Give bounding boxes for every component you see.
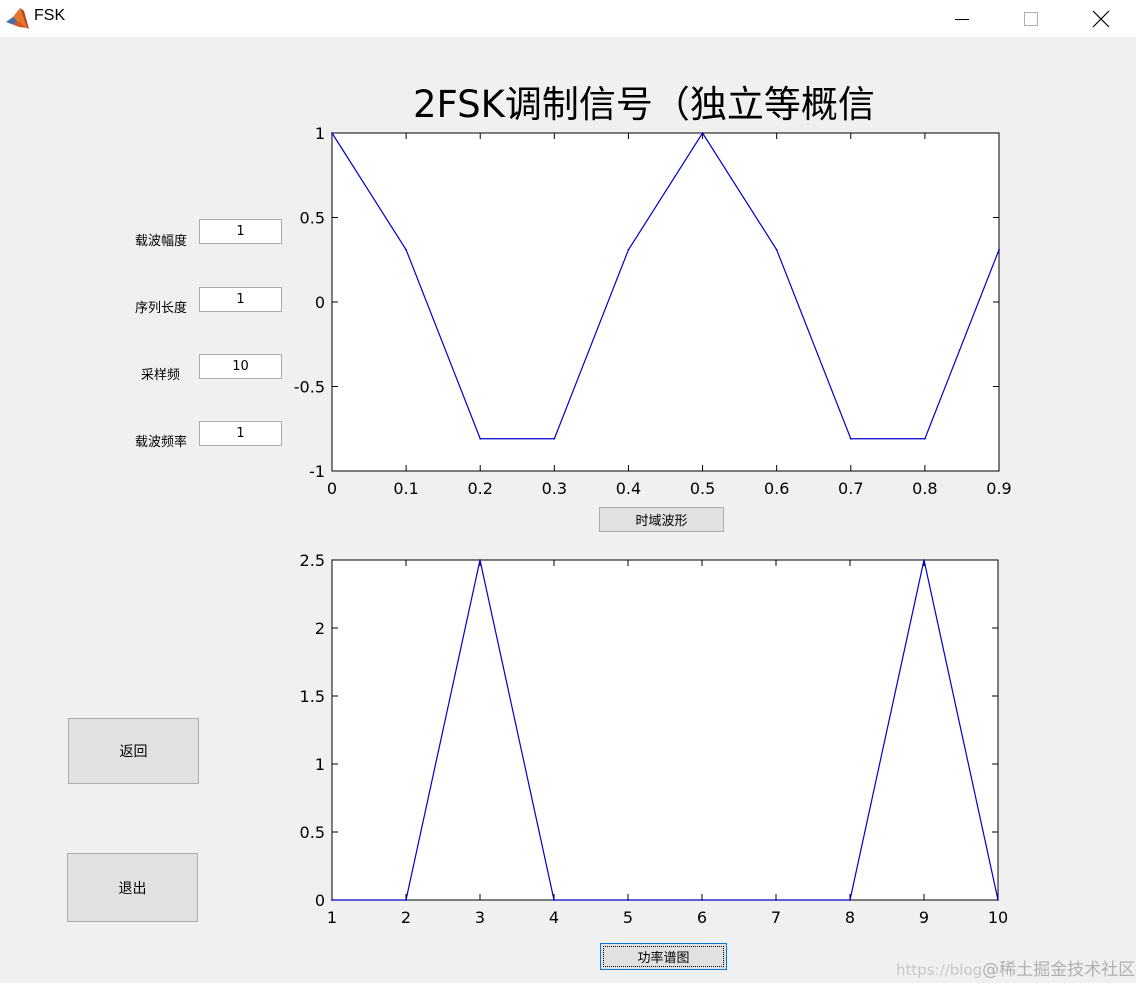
x-tick-label: 1 xyxy=(327,908,337,927)
y-tick-label: 0.5 xyxy=(300,823,325,842)
x-tick-label: 0.6 xyxy=(764,479,789,498)
x-tick-label: 0.4 xyxy=(616,479,641,498)
x-tick-label: 4 xyxy=(549,908,559,927)
carrier-amplitude-label: 载波幅度 xyxy=(135,234,188,249)
plot-area-1 xyxy=(331,132,1000,472)
x-tick-label: 0 xyxy=(327,479,337,498)
x-tick-label: 7 xyxy=(771,908,781,927)
x-tick-label: 0.8 xyxy=(912,479,937,498)
y-tick-label: 0 xyxy=(315,293,325,312)
sequence-length-input[interactable] xyxy=(199,287,282,312)
fsk-window: FSK 2FSK调制信号（独立等概信 0 0.1 0.2 0.3 0.4 0.5 0.6 0.… xyxy=(0,0,1136,983)
y-tick-label: -1 xyxy=(309,462,325,481)
data-point xyxy=(405,899,407,901)
x-tick-label: 0.1 xyxy=(393,479,418,498)
y-tick-label: 0.5 xyxy=(300,209,325,228)
y-tick-label: 0 xyxy=(315,891,325,910)
sequence-length-label: 序列长度 xyxy=(135,301,188,316)
y-tick-label: 1 xyxy=(315,755,325,774)
data-point xyxy=(331,899,333,901)
x-tick-label: 10 xyxy=(988,908,1008,927)
back-button[interactable]: 返回 xyxy=(68,718,199,784)
x-tick-label: 6 xyxy=(697,908,707,927)
data-point xyxy=(775,899,777,901)
y-tick-label: 2.5 xyxy=(300,551,325,570)
x-tick-label: 0.2 xyxy=(467,479,492,498)
watermark-brand: @稀土掘金技术社区 xyxy=(982,960,1136,980)
exit-button[interactable]: 退出 xyxy=(67,853,198,922)
carrier-frequency-label: 载波频率 xyxy=(135,435,188,450)
data-point xyxy=(998,248,1000,251)
data-point xyxy=(701,899,703,901)
watermark-url: https://blog xyxy=(896,961,983,979)
data-point xyxy=(997,899,999,901)
data-point xyxy=(331,132,333,134)
x-tick-label: 9 xyxy=(919,908,929,927)
x-tick-label: 5 xyxy=(623,908,633,927)
data-point xyxy=(627,248,630,251)
y-tick-label: 2 xyxy=(315,619,325,638)
x-tick-label: 8 xyxy=(845,908,855,927)
carrier-frequency-input[interactable] xyxy=(199,421,282,446)
data-point xyxy=(553,437,556,440)
data-point xyxy=(405,248,408,251)
exit-button-label: 退出 xyxy=(118,880,147,897)
watermark: https://blog@稀土掘金技术社区 xyxy=(896,955,1135,980)
x-tick-label: 0.3 xyxy=(542,479,567,498)
data-point xyxy=(627,899,629,901)
y-tick-label: 1.5 xyxy=(300,687,325,706)
time-domain-button-label: 时域波形 xyxy=(635,514,688,529)
data-point xyxy=(553,899,555,901)
data-point xyxy=(701,132,704,134)
x-tick-label: 2 xyxy=(401,908,411,927)
axes-2: 1 2 3 4 5 6 7 8 9 10 0 0.5 1 1.5 2 2.5 xyxy=(300,551,1009,927)
y-tick-label: -0.5 xyxy=(294,378,325,397)
data-point xyxy=(849,899,851,901)
y-tick-label: 1 xyxy=(315,124,325,143)
x-tick-label: 0.7 xyxy=(838,479,863,498)
x-tick-label: 3 xyxy=(475,908,485,927)
x-tick-label: 0.9 xyxy=(986,479,1011,498)
carrier-amplitude-input[interactable] xyxy=(199,219,282,244)
back-button-label: 返回 xyxy=(119,744,148,760)
sampling-frequency-input[interactable] xyxy=(199,354,282,379)
charts-canvas: 0 0.1 0.2 0.3 0.4 0.5 0.6 0.7 0.8 0.9-1-0.500.511… xyxy=(294,124,1012,927)
focus-ring xyxy=(603,946,724,967)
x-tick-label: 0.5 xyxy=(690,479,715,498)
data-point xyxy=(775,248,778,251)
data-point xyxy=(923,559,925,561)
time-domain-button[interactable]: 时域波形 xyxy=(599,507,724,532)
axes-1: 0 0.1 0.2 0.3 0.4 0.5 0.6 0.7 0.8 0.9 -1 -0.5 0 0.5 1 xyxy=(294,124,1012,498)
data-point xyxy=(479,437,482,440)
data-point xyxy=(849,437,852,440)
power-spectrum-button[interactable]: 功率谱图 xyxy=(600,943,727,970)
data-point xyxy=(923,437,926,440)
sampling-frequency-label: 采样频 xyxy=(141,368,181,383)
plot-area-2 xyxy=(331,559,999,901)
data-point xyxy=(479,559,481,561)
